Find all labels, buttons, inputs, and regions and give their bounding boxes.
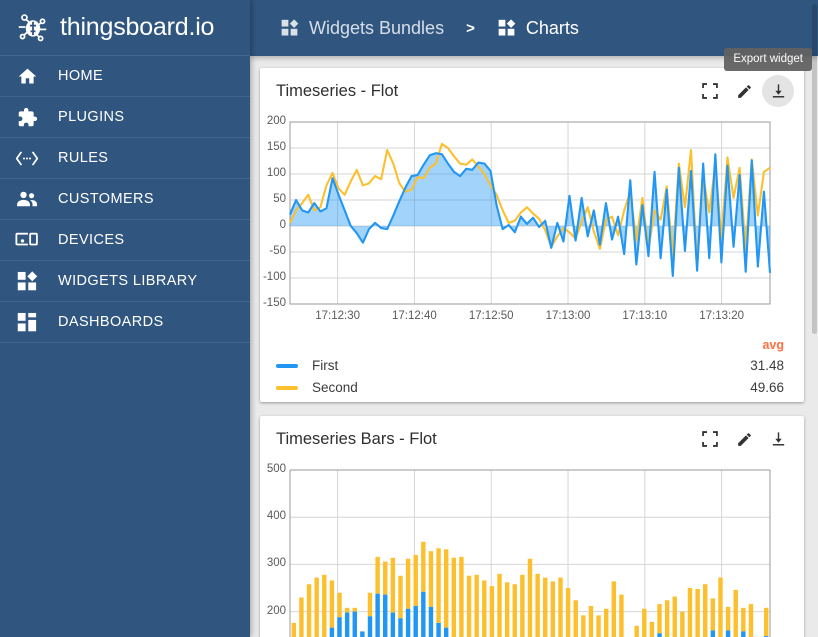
export-download-icon — [770, 431, 787, 448]
sidebar: thingsboard.io HOME PLUGINS — [0, 0, 250, 637]
thingsboard-app: thingsboard.io HOME PLUGINS — [0, 0, 818, 637]
bar-chart-canvas — [260, 462, 794, 637]
x-axis-tick: 17:13:00 — [533, 311, 603, 323]
home-icon — [14, 64, 40, 88]
widgets-scroll-container[interactable]: Timeseries - Flot — [250, 56, 818, 637]
dashboards-grid-icon — [14, 310, 40, 334]
legend-color-swatch — [276, 364, 298, 368]
edit-widget-button[interactable] — [728, 423, 760, 455]
edit-widget-button[interactable] — [728, 75, 760, 107]
y-axis-tick: -50 — [260, 246, 286, 258]
sidebar-item-label: PLUGINS — [58, 109, 124, 125]
puzzle-piece-icon — [14, 105, 40, 129]
y-axis-tick: -100 — [260, 272, 286, 284]
sidebar-item-label: DEVICES — [58, 232, 124, 248]
x-axis-tick: 17:12:30 — [303, 311, 373, 323]
sidebar-item-label: CUSTOMERS — [58, 191, 154, 207]
thingsboard-bug-logo-icon — [14, 9, 52, 47]
sidebar-item-devices[interactable]: DEVICES — [0, 220, 250, 261]
sidebar-item-widgets-library[interactable]: WIDGETS LIBRARY — [0, 261, 250, 302]
rules-arrows-icon — [14, 146, 40, 170]
sidebar-item-dashboards[interactable]: DASHBOARDS — [0, 302, 250, 343]
breadcrumb-widgets-bundles[interactable]: Widgets Bundles — [280, 18, 444, 39]
legend-series-value: 49.66 — [750, 377, 786, 399]
breadcrumb-label: Charts — [526, 18, 579, 39]
edit-pencil-icon — [736, 83, 753, 100]
widget-title: Timeseries Bars - Flot — [276, 430, 694, 449]
sidebar-item-plugins[interactable]: PLUGINS — [0, 97, 250, 138]
y-axis-tick: 200 — [260, 116, 286, 128]
main-area: Widgets Bundles > Charts Export widget — [250, 0, 818, 637]
legend-color-swatch — [276, 386, 298, 390]
widgets-icon — [280, 18, 300, 38]
breadcrumb-label: Widgets Bundles — [309, 18, 444, 39]
widget-actions — [694, 75, 794, 107]
legend-series-name: Second — [312, 377, 750, 399]
y-axis-tick: 300 — [260, 558, 286, 570]
legend-row-second[interactable]: Second 49.66 — [276, 377, 786, 399]
brand-name: thingsboard.io — [60, 13, 214, 42]
legend-row-first[interactable]: First 31.48 — [276, 355, 786, 377]
sidebar-item-rules[interactable]: RULES — [0, 138, 250, 179]
sidebar-item-customers[interactable]: CUSTOMERS — [0, 179, 250, 220]
breadcrumb-separator: > — [466, 20, 475, 37]
export-widget-button[interactable] — [762, 423, 794, 455]
sidebar-item-home[interactable]: HOME — [0, 56, 250, 97]
fullscreen-button[interactable] — [694, 423, 726, 455]
sidebar-item-label: RULES — [58, 150, 108, 166]
widget-actions — [694, 423, 794, 455]
sidebar-item-label: HOME — [58, 68, 103, 84]
x-axis-tick: 17:13:20 — [687, 311, 757, 323]
y-axis-tick: 500 — [260, 464, 286, 476]
sidebar-item-label: DASHBOARDS — [58, 314, 164, 330]
devices-icon — [14, 228, 40, 252]
y-axis-tick: -150 — [260, 298, 286, 310]
widget-card-timeseries-flot: Timeseries - Flot — [260, 68, 804, 402]
legend-series-name: First — [312, 355, 750, 377]
widgets-icon — [14, 269, 40, 293]
export-widget-tooltip: Export widget — [724, 48, 812, 71]
legend-series-value: 31.48 — [750, 355, 786, 377]
scrollbar-thumb[interactable] — [812, 4, 817, 334]
y-axis-tick: 150 — [260, 142, 286, 154]
legend-aggregation-header: avg — [276, 336, 786, 355]
widget-header: Timeseries Bars - Flot — [260, 416, 804, 462]
sidebar-item-label: WIDGETS LIBRARY — [58, 273, 197, 289]
y-axis-tick: 100 — [260, 168, 286, 180]
fullscreen-button[interactable] — [694, 75, 726, 107]
line-chart-canvas — [260, 114, 794, 332]
export-download-icon — [770, 83, 787, 100]
edit-pencil-icon — [736, 431, 753, 448]
vertical-scrollbar[interactable] — [811, 0, 818, 637]
y-axis-tick: 0 — [260, 220, 286, 232]
x-axis-tick: 17:12:40 — [379, 311, 449, 323]
people-icon — [14, 187, 40, 211]
fullscreen-icon — [702, 431, 718, 447]
export-widget-button[interactable] — [762, 75, 794, 107]
brand-logo[interactable]: thingsboard.io — [0, 0, 250, 56]
widget-header: Timeseries - Flot — [260, 68, 804, 114]
fullscreen-icon — [702, 83, 718, 99]
y-axis-tick: 400 — [260, 511, 286, 523]
x-axis-tick: 17:12:50 — [456, 311, 526, 323]
widgets-icon — [497, 18, 517, 38]
widget-card-timeseries-bars-flot: Timeseries Bars - Flot — [260, 416, 804, 637]
line-chart[interactable]: 200 150 100 50 0 -50 -100 -150 17:12:30 17:12:40 1… — [260, 114, 804, 332]
chart-legend: avg First 31.48 Second 49.66 — [260, 332, 804, 409]
widget-title: Timeseries - Flot — [276, 82, 694, 101]
y-axis-tick: 200 — [260, 606, 286, 618]
breadcrumb-charts[interactable]: Charts — [497, 18, 579, 39]
x-axis-tick: 17:13:10 — [610, 311, 680, 323]
y-axis-tick: 50 — [260, 194, 286, 206]
bar-chart[interactable]: 500400300200100 — [260, 462, 804, 637]
